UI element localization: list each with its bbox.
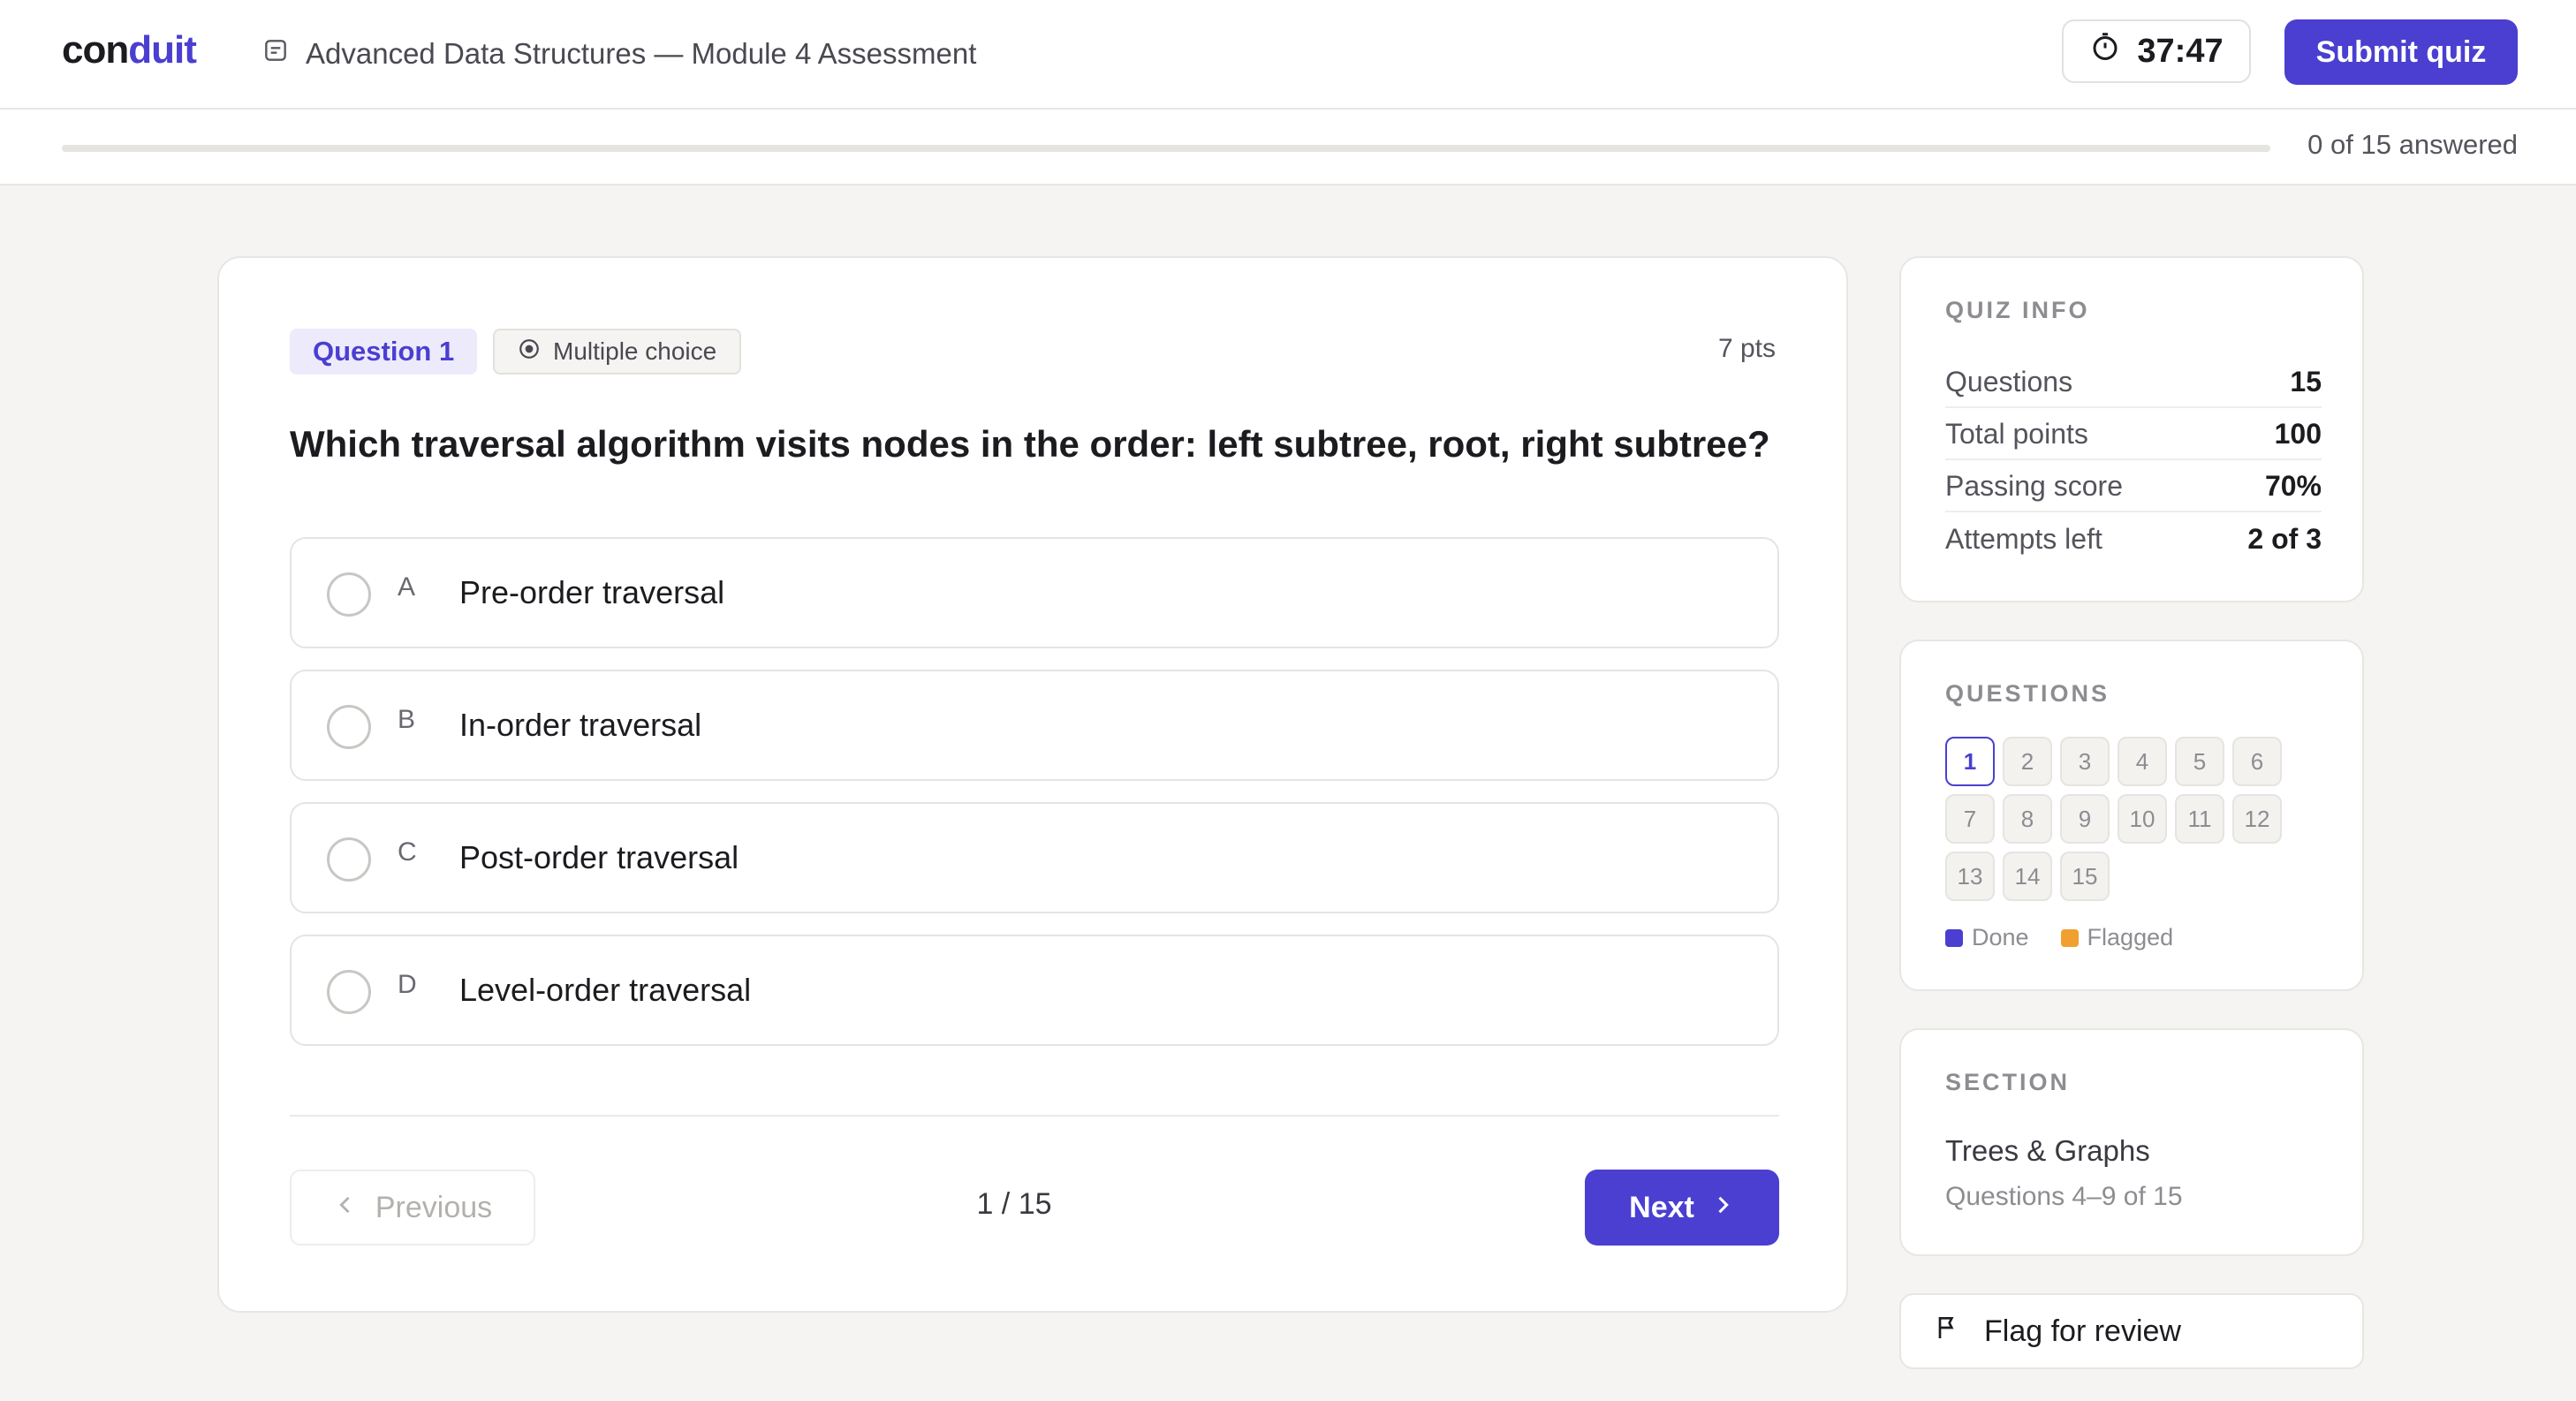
info-value: 100 (2274, 417, 2322, 450)
info-row-total-points: Total points 100 (1945, 409, 2322, 460)
answer-option-c[interactable]: C Post-order traversal (290, 802, 1779, 913)
question-nav-13[interactable]: 13 (1945, 852, 1995, 901)
option-letter: C (398, 837, 417, 867)
brand-logo[interactable]: conduit (62, 28, 197, 72)
question-nav-8[interactable]: 8 (2003, 794, 2052, 844)
quiz-title: Advanced Data Structures — Module 4 Asse… (261, 32, 976, 76)
quiz-info-heading: QUIZ INFO (1945, 297, 2090, 323)
quiz-info-card: QUIZ INFO Questions 15 Total points 100 … (1899, 256, 2364, 602)
flag-for-review-button[interactable]: Flag for review (1899, 1293, 2364, 1369)
questions-navigator-card: QUESTIONS 1 2 3 4 5 6 7 8 9 10 11 12 13 14 15 Done Fla… (1899, 640, 2364, 991)
info-key: Questions (1945, 365, 2073, 398)
question-nav-3[interactable]: 3 (2060, 737, 2110, 786)
answer-option-a[interactable]: A Pre-order traversal (290, 537, 1779, 648)
chevron-left-icon (333, 1191, 358, 1225)
question-points: 7 pts (1717, 334, 1776, 363)
answered-count: 0 of 15 answered (2307, 129, 2518, 160)
timer-value: 37:47 (2137, 32, 2224, 70)
question-card: Question 1 Multiple choice 7 pts Which t… (217, 256, 1848, 1313)
question-number-badge: Question 1 (290, 329, 478, 375)
radio-button[interactable] (327, 572, 371, 617)
option-letter: A (398, 572, 416, 602)
question-nav-12[interactable]: 12 (2232, 794, 2282, 844)
radio-button[interactable] (327, 705, 371, 749)
next-button[interactable]: Next (1585, 1170, 1779, 1246)
option-label: Post-order traversal (459, 839, 739, 875)
info-value: 2 of 3 (2247, 522, 2322, 555)
question-type-label: Multiple choice (553, 337, 717, 365)
previous-label: Previous (375, 1190, 493, 1224)
question-type-badge: Multiple choice (493, 329, 742, 375)
document-icon (261, 36, 290, 72)
info-row-passing-score: Passing score 70% (1945, 461, 2322, 512)
next-label: Next (1629, 1190, 1694, 1224)
answer-option-b[interactable]: B In-order traversal (290, 670, 1779, 781)
section-name: Trees & Graphs (1945, 1134, 2150, 1167)
question-nav-15[interactable]: 15 (2060, 852, 2110, 901)
previous-button[interactable]: Previous (290, 1170, 535, 1246)
option-label: Pre-order traversal (459, 574, 725, 610)
section-range: Questions 4–9 of 15 (1945, 1182, 2183, 1211)
option-letter: D (398, 970, 417, 999)
page-indicator: 1 / 15 (976, 1187, 1052, 1221)
legend-done-label: Done (1972, 924, 2029, 950)
progress-bar (62, 145, 2270, 152)
answer-option-d[interactable]: D Level-order traversal (290, 935, 1779, 1046)
done-swatch (1945, 928, 1963, 947)
info-row-attempts-left: Attempts left 2 of 3 (1945, 513, 2322, 564)
radio-button[interactable] (327, 970, 371, 1014)
question-nav-14[interactable]: 14 (2003, 852, 2052, 901)
info-value: 15 (2290, 365, 2322, 398)
question-nav-6[interactable]: 6 (2232, 737, 2282, 786)
legend-flagged-label: Flagged (2087, 924, 2174, 950)
section-heading: SECTION (1945, 1069, 2071, 1095)
top-bar: conduit Advanced Data Structures — Modul… (0, 0, 2576, 110)
section-card: SECTION Trees & Graphs Questions 4–9 of … (1899, 1028, 2364, 1256)
info-row-questions: Questions 15 (1945, 357, 2322, 408)
flagged-swatch (2060, 928, 2079, 947)
option-letter: B (398, 705, 416, 734)
question-text: Which traversal algorithm visits nodes i… (290, 423, 1770, 465)
flag-icon (1933, 1314, 1961, 1350)
progress-strip: 0 of 15 answered (0, 110, 2576, 186)
info-key: Passing score (1945, 469, 2123, 502)
question-nav-10[interactable]: 10 (2118, 794, 2167, 844)
chevron-right-icon (1710, 1191, 1735, 1225)
flag-label: Flag for review (1984, 1314, 2181, 1348)
question-nav-7[interactable]: 7 (1945, 794, 1995, 844)
radio-button[interactable] (327, 837, 371, 882)
info-key: Total points (1945, 417, 2088, 450)
question-nav-1[interactable]: 1 (1945, 737, 1995, 786)
info-value: 70% (2264, 469, 2322, 502)
question-nav-4[interactable]: 4 (2118, 737, 2167, 786)
countdown-timer: 37:47 (2062, 19, 2251, 83)
question-nav-11[interactable]: 11 (2175, 794, 2224, 844)
stopwatch-icon (2089, 31, 2121, 72)
option-label: In-order traversal (459, 707, 702, 743)
divider (290, 1115, 1779, 1117)
questions-heading: QUESTIONS (1945, 680, 2110, 707)
question-nav-2[interactable]: 2 (2003, 737, 2052, 786)
legend: Done Flagged (1945, 924, 2173, 951)
option-label: Level-order traversal (459, 972, 752, 1008)
quiz-title-text: Advanced Data Structures — Module 4 Asse… (306, 37, 977, 70)
info-key: Attempts left (1945, 522, 2102, 555)
question-nav-5[interactable]: 5 (2175, 737, 2224, 786)
question-nav-9[interactable]: 9 (2060, 794, 2110, 844)
submit-quiz-button[interactable]: Submit quiz (2284, 19, 2518, 85)
radio-target-icon (518, 337, 541, 367)
